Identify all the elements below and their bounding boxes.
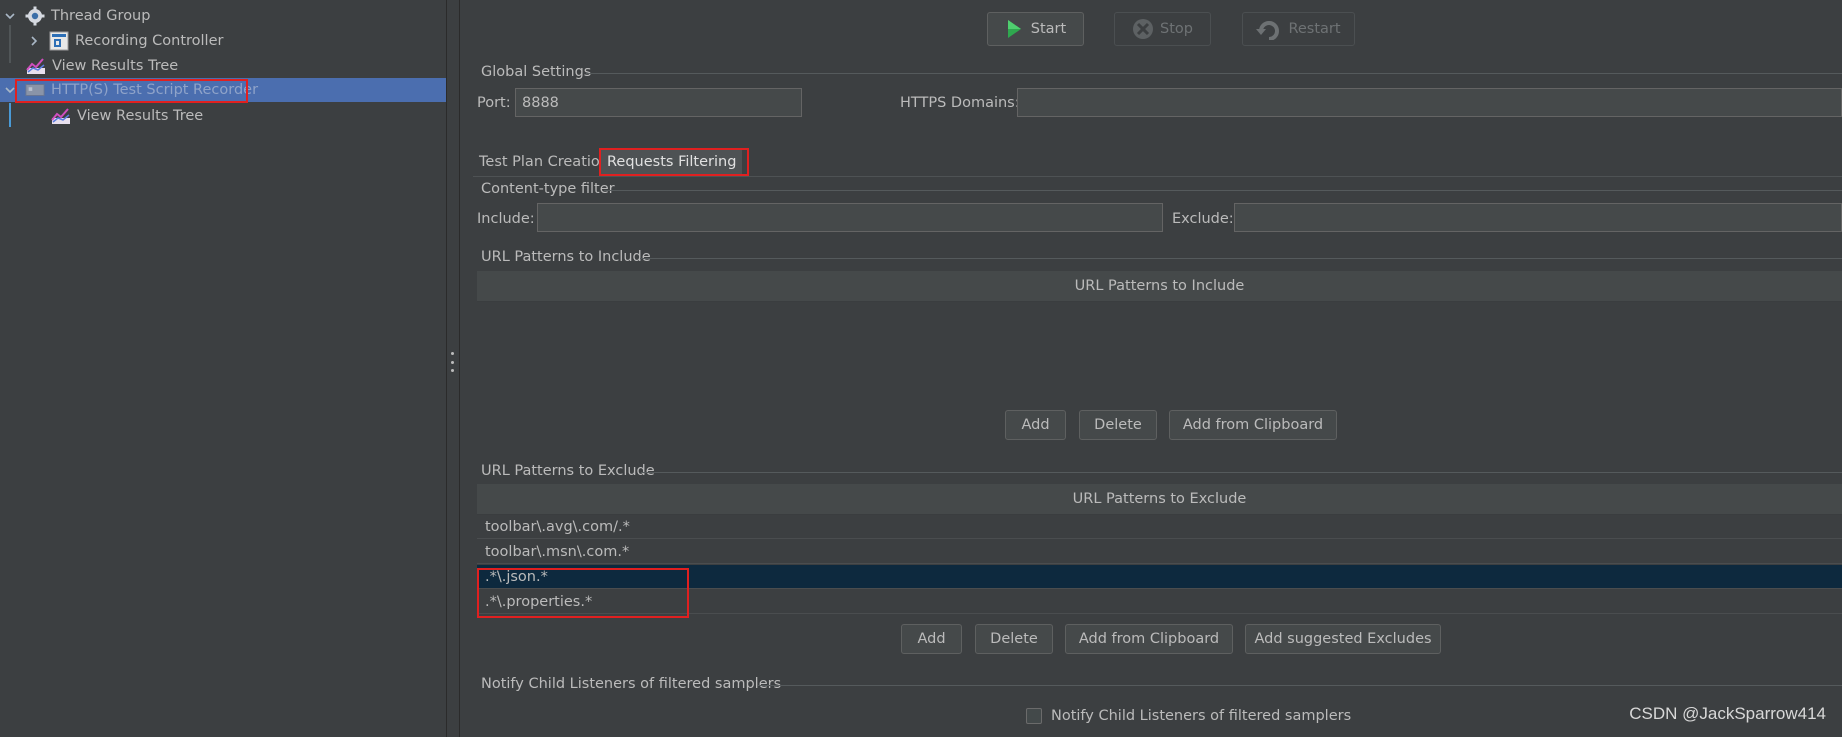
chevron-right-icon[interactable] [27, 34, 41, 48]
table-row[interactable]: .*\.json.* [477, 565, 1842, 589]
recorder-icon [25, 81, 45, 99]
include-delete-button[interactable]: Delete [1079, 410, 1157, 440]
include-patterns-title: URL Patterns to Include [481, 249, 651, 265]
tab-requests-filtering[interactable]: Requests Filtering [601, 148, 743, 176]
global-settings-title: Global Settings [481, 64, 592, 80]
table-row[interactable]: .*\.properties.* [477, 590, 1842, 614]
start-label: Start [1030, 21, 1067, 37]
include-add-button[interactable]: Add [1005, 410, 1066, 440]
content-type-filter-title: Content-type filter [481, 181, 615, 197]
tree-item-label: HTTP(S) Test Script Recorder [51, 82, 259, 98]
button-label: Add from Clipboard [1182, 417, 1324, 433]
include-patterns-column-header[interactable]: URL Patterns to Include [477, 271, 1842, 302]
stop-button[interactable]: Stop [1114, 12, 1211, 46]
port-input[interactable]: 8888 [515, 88, 802, 117]
exclude-delete-button[interactable]: Delete [975, 624, 1053, 654]
table-cell: toolbar\.msn\.com.* [485, 543, 630, 560]
column-header-label: URL Patterns to Include [1074, 278, 1245, 294]
include-patterns-table-body[interactable] [477, 301, 1842, 401]
exclude-patterns-column-header[interactable]: URL Patterns to Exclude [477, 484, 1842, 515]
listener-chart-icon [26, 57, 46, 75]
section-divider [641, 472, 1842, 473]
tree-item-thread-group[interactable]: Thread Group [0, 4, 446, 28]
tree-item-label: View Results Tree [77, 108, 204, 124]
https-domains-input[interactable] [1017, 88, 1842, 117]
start-button[interactable]: Start [987, 12, 1084, 46]
stop-label: Stop [1160, 21, 1193, 37]
button-label: Delete [1094, 417, 1142, 433]
tree-item-label: Recording Controller [75, 33, 224, 49]
tree-item-label: Thread Group [51, 8, 151, 24]
tab-label: Requests Filtering [607, 154, 737, 170]
table-cell: .*\.json.* [485, 568, 548, 585]
port-label: Port: [477, 95, 511, 111]
exclude-input[interactable] [1234, 203, 1842, 232]
gear-icon [25, 6, 45, 26]
tab-label: Test Plan Creation [479, 154, 609, 170]
section-divider [640, 258, 1842, 259]
test-plan-tree: Thread Group Recording Controller View R… [0, 0, 446, 737]
exclude-add-button[interactable]: Add [901, 624, 962, 654]
chevron-down-icon[interactable] [3, 9, 17, 23]
tree-item-https-recorder[interactable]: HTTP(S) Test Script Recorder [0, 78, 446, 102]
splitter-grip-icon[interactable] [450, 352, 454, 372]
exclude-label: Exclude: [1172, 211, 1234, 227]
notify-checkbox[interactable] [1026, 708, 1042, 724]
table-cell: .*\.properties.* [485, 593, 593, 610]
tree-item-recording-controller[interactable]: Recording Controller [0, 29, 446, 53]
watermark: CSDN @JackSparrow414 [1629, 704, 1826, 723]
notify-title: Notify Child Listeners of filtered sampl… [481, 676, 782, 692]
exclude-add-from-clipboard-button[interactable]: Add from Clipboard [1065, 624, 1233, 654]
chevron-down-icon[interactable] [3, 83, 17, 97]
tab-underline [473, 176, 1842, 177]
https-domains-label: HTTPS Domains: [900, 95, 1020, 111]
tree-item-label: View Results Tree [52, 58, 179, 74]
section-divider [586, 73, 1842, 74]
button-label: Add from Clipboard [1078, 631, 1220, 647]
tree-item-view-results-tree-child[interactable]: View Results Tree [0, 104, 446, 128]
include-input[interactable] [537, 203, 1163, 232]
include-add-from-clipboard-button[interactable]: Add from Clipboard [1169, 410, 1337, 440]
play-icon [1007, 20, 1021, 38]
controller-icon [49, 31, 69, 51]
table-row[interactable]: toolbar\.avg\.com/.* [477, 515, 1842, 539]
restart-button[interactable]: Restart [1242, 12, 1355, 46]
button-label: Delete [990, 631, 1038, 647]
section-divider [604, 190, 1842, 191]
column-header-label: URL Patterns to Exclude [1072, 491, 1247, 507]
include-label: Include: [477, 211, 535, 227]
tab-test-plan-creation[interactable]: Test Plan Creation [473, 148, 615, 176]
notify-checkbox-label[interactable]: Notify Child Listeners of filtered sampl… [1051, 708, 1351, 724]
stop-icon [1133, 19, 1154, 39]
tree-item-view-results-tree[interactable]: View Results Tree [0, 54, 446, 78]
button-label: Add suggested Excludes [1254, 631, 1432, 647]
restart-label: Restart [1288, 21, 1341, 37]
table-cell: toolbar\.avg\.com/.* [485, 518, 630, 535]
button-label: Add [1021, 417, 1050, 433]
table-row[interactable]: toolbar\.msn\.com.* [477, 540, 1842, 564]
add-suggested-excludes-button[interactable]: Add suggested Excludes [1245, 624, 1441, 654]
restart-icon [1256, 21, 1280, 40]
listener-chart-icon [51, 107, 71, 125]
exclude-patterns-title: URL Patterns to Exclude [481, 463, 655, 479]
button-label: Add [917, 631, 946, 647]
section-divider [758, 685, 1842, 686]
